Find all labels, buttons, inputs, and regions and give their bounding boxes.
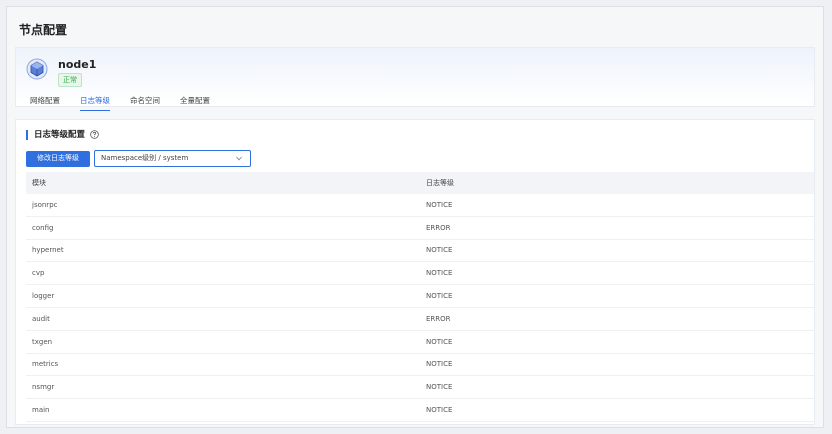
level-cell: NOTICE bbox=[426, 200, 453, 209]
table-row: main NOTICE bbox=[26, 399, 814, 422]
status-badge: 正常 bbox=[58, 73, 82, 87]
log-level-table: 模块 日志等级 jsonrpc NOTICE config ERROR hype… bbox=[26, 172, 814, 422]
modify-log-level-button[interactable]: 修改日志等级 bbox=[26, 151, 90, 167]
table-row: jsonrpc NOTICE bbox=[26, 194, 814, 217]
chevron-down-icon bbox=[236, 156, 242, 161]
section-title: 日志等级配置 bbox=[26, 130, 99, 140]
table-row: cvp NOTICE bbox=[26, 262, 814, 286]
level-cell: NOTICE bbox=[426, 337, 453, 346]
tab-bar: 网络配置 日志等级 命名空间 全量配置 bbox=[30, 95, 230, 111]
log-level-panel: 日志等级配置 修改日志等级 Namespace级别 / system 模块 日志… bbox=[15, 119, 815, 425]
section-title-label: 日志等级配置 bbox=[34, 130, 86, 140]
node-name: node1 bbox=[58, 58, 97, 71]
page-title: 节点配置 bbox=[19, 23, 68, 37]
level-cell: NOTICE bbox=[426, 360, 453, 369]
tab-full-config[interactable]: 全量配置 bbox=[180, 95, 210, 111]
module-cell: config bbox=[32, 223, 54, 232]
module-cell: jsonrpc bbox=[32, 200, 58, 209]
module-cell: main bbox=[32, 406, 50, 415]
column-header-log-level: 日志等级 bbox=[426, 179, 454, 187]
tab-log-level[interactable]: 日志等级 bbox=[80, 95, 110, 111]
table-row: metrics NOTICE bbox=[26, 354, 814, 377]
table-header: 模块 日志等级 bbox=[26, 172, 814, 194]
tab-network-config[interactable]: 网络配置 bbox=[30, 95, 60, 111]
level-cell: NOTICE bbox=[426, 292, 453, 301]
level-cell: NOTICE bbox=[426, 383, 453, 392]
node-cube-icon bbox=[26, 58, 48, 80]
module-cell: cvp bbox=[32, 269, 45, 278]
namespace-select-value: Namespace级别 / system bbox=[101, 154, 189, 162]
module-cell: nsmgr bbox=[32, 383, 55, 392]
level-cell: NOTICE bbox=[426, 406, 453, 415]
table-row: txgen NOTICE bbox=[26, 331, 814, 354]
tab-namespace[interactable]: 命名空间 bbox=[130, 95, 160, 111]
module-cell: audit bbox=[32, 314, 50, 323]
table-row: logger NOTICE bbox=[26, 285, 814, 308]
module-cell: txgen bbox=[32, 337, 53, 346]
module-cell: logger bbox=[32, 292, 55, 301]
namespace-select[interactable]: Namespace级别 / system bbox=[94, 150, 251, 167]
app-window: 节点配置 node1 正常 网络配置 日志等级 命名空间 全量配置 日志等级配置… bbox=[6, 6, 824, 428]
question-circle-icon[interactable] bbox=[90, 130, 99, 139]
module-cell: metrics bbox=[32, 360, 59, 369]
level-cell: NOTICE bbox=[426, 246, 453, 255]
node-card: node1 正常 网络配置 日志等级 命名空间 全量配置 bbox=[15, 47, 815, 111]
table-row: hypernet NOTICE bbox=[26, 240, 814, 263]
table-row: audit ERROR bbox=[26, 308, 814, 331]
level-cell: ERROR bbox=[426, 314, 451, 323]
column-header-module: 模块 bbox=[32, 179, 46, 187]
level-cell: NOTICE bbox=[426, 269, 453, 278]
level-cell: ERROR bbox=[426, 223, 451, 232]
table-row: config ERROR bbox=[26, 217, 814, 240]
table-row: nsmgr NOTICE bbox=[26, 376, 814, 400]
module-cell: hypernet bbox=[32, 246, 64, 255]
